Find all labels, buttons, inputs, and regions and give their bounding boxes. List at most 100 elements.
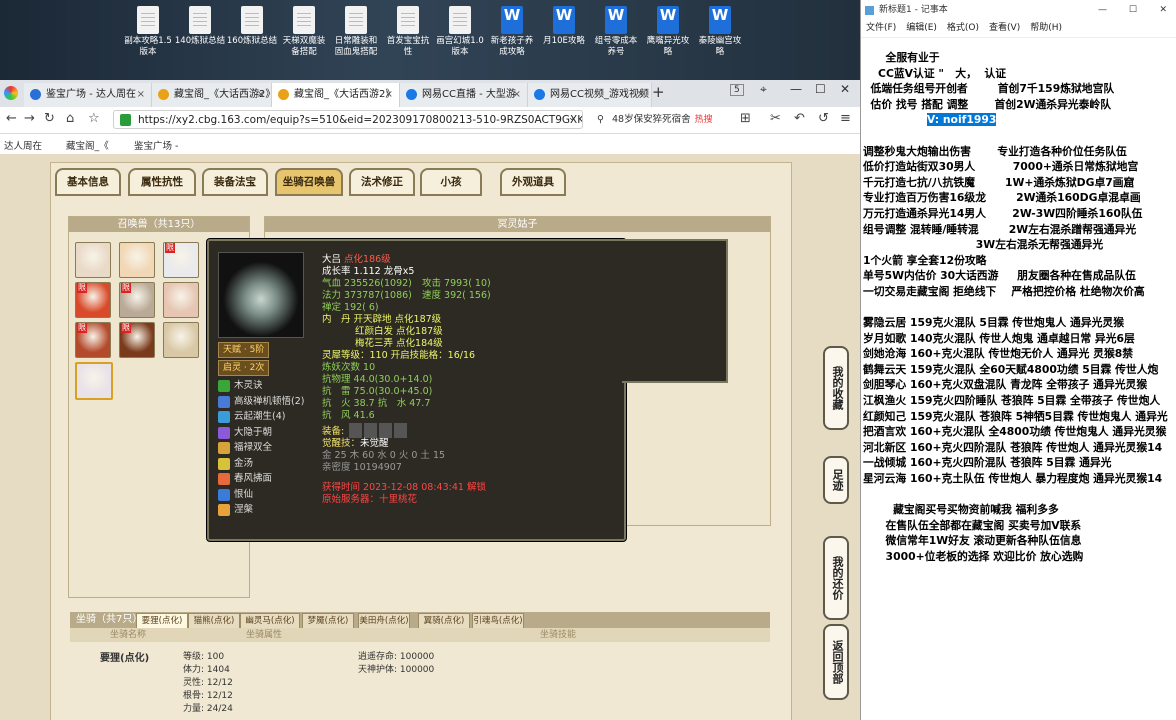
tab-4[interactable]: 坐骑召唤兽 [275,168,343,196]
pet-equip-label: 装备: [322,426,345,437]
pet-slot[interactable] [119,242,155,278]
tab-count-badge[interactable]: 5 [730,84,744,96]
notepad-menu-item[interactable]: 查看(V) [989,23,1020,33]
desktop-icon[interactable]: 140炼狱总结 [172,6,228,47]
close-window-icon[interactable]: ✕ [840,82,850,96]
pet-slot[interactable]: 限 [163,242,199,278]
back-icon[interactable]: ← [6,111,17,126]
pet-skill[interactable]: 大隐于朝 [218,426,272,440]
mount-tab[interactable]: 美田舟(点化) [358,613,410,629]
minimize-icon[interactable]: — [790,82,802,96]
pet-slot[interactable]: 限 [75,282,111,318]
notepad-indent [863,113,927,126]
mount-tab[interactable]: 翼骑(点化) [418,613,470,629]
tab-close-icon[interactable]: × [385,83,393,107]
tab-7[interactable]: 外观道具 [500,168,566,196]
search-icon: ⚲ [597,114,604,125]
pet-slot[interactable]: 限 [119,282,155,318]
side-button[interactable]: 足迹 [823,456,849,504]
pet-slot[interactable] [75,242,111,278]
bookmark-item[interactable]: 藏宝阁_《 [66,138,109,152]
browser-tab[interactable]: 网易CC直播 - 大型游 × [400,83,528,107]
desktop-icon[interactable]: 日常雕装和 固血鬼搭配 [328,6,384,58]
pet-slot[interactable] [163,282,199,318]
tab-1[interactable]: 基本信息 [55,168,121,196]
notepad-text-area[interactable]: 全服有业于 CC蓝V认证 " 大， 认证 低端任务组号开创者 首创7千159炼狱… [863,50,1176,565]
tab-2[interactable]: 属性抗性 [128,168,196,196]
side-button[interactable]: 我的收藏 [823,346,849,430]
bookmark-item[interactable]: 达人周在 [4,138,42,152]
desktop-icon[interactable]: 鹰嘴异光攻 略 [640,6,696,58]
pin-icon[interactable]: ⌖ [760,82,767,97]
mount-tab[interactable]: 引魂鸟(点化) [472,613,524,629]
pet-skill[interactable]: 高级禅机顿悟(2) [218,395,304,409]
pet-skill[interactable]: 云起潮生(4) [218,410,285,424]
tab-5[interactable]: 法术修正 [349,168,415,196]
desktop-icon[interactable]: 160炼狱总结 [224,6,280,47]
new-tab-button[interactable]: + [652,83,665,101]
notepad-line: 江枫渔火 159克火四阶睡队 苍狼阵 5目霖 全带孩子 传世炮人 [863,394,1161,408]
desktop-icon[interactable]: 天梯双魔装 备搭配 [276,6,332,58]
mount-tab[interactable]: 要狸(点化) [136,613,188,629]
desktop-icon[interactable]: 副本攻略1.5 版本 [120,6,176,58]
bookmark-item[interactable]: 鉴宝广场 - [134,138,178,152]
maximize-icon[interactable]: ☐ [815,82,826,96]
tab-6[interactable]: 小孩 [420,168,482,196]
undo-close-icon[interactable]: ↺ [818,111,829,126]
refresh-icon[interactable]: ↻ [44,111,55,126]
notepad-menu-item[interactable]: 文件(F) [866,23,896,33]
favorite-star-icon[interactable]: ☆ [88,111,100,126]
pet-skill[interactable]: 木灵诀 [218,379,263,393]
forward-icon[interactable]: → [24,111,35,126]
mount-tab[interactable]: 猫熊(点化) [188,613,240,629]
tab-close-icon[interactable]: × [637,83,645,107]
col-mount-skill: 坐骑技能 [540,630,577,640]
desktop-icon[interactable]: 画宫幻城1.0 版本 [432,6,488,58]
tools-icon[interactable]: ⊞ [740,111,751,126]
browser-tab[interactable]: 网易CC视频_游戏视频 × [528,83,652,107]
notepad-menu-item[interactable]: 编辑(E) [906,23,937,33]
undo-icon[interactable]: ↶ [794,111,805,126]
desktop-icon[interactable]: 组号零成本 养号 [588,6,644,58]
menu-icon[interactable]: ≡ [840,111,851,126]
browser-tab[interactable]: 藏宝阁_《大话西游2》 × [152,83,272,107]
side-button[interactable]: 我的还价 [823,536,849,620]
notepad-line: 万元打造通杀异光14男人 2W-3W四阶睡杀160队伍 [863,206,1143,220]
desktop-icon[interactable]: 新老孩子养 成攻略 [484,6,540,58]
url-input[interactable]: https://xy2.cbg.163.com/equip?s=510&eid=… [113,110,583,129]
pet-skill[interactable]: 福禄双全 [218,441,272,455]
desktop-icon-label: 140炼狱总结 [174,36,226,46]
pet-inner-1: 内 丹 开天辟地 点化187级 [322,314,442,325]
skill-icon [218,473,230,485]
desktop-icon[interactable]: 首发宝宝抗 性 [380,6,436,58]
mount-tab[interactable]: 幽灵马(点化) [240,613,300,629]
desktop-icon[interactable]: 月10E攻略 [536,6,592,47]
tab-close-icon[interactable]: × [257,83,265,107]
pet-skill[interactable]: 金汤 [218,457,253,471]
browser-tab[interactable]: 鉴宝广场 - 达人周在 × [24,83,152,107]
pet-slot[interactable]: 限 [75,322,111,358]
url-dropdown-icon[interactable]: ⌄ [568,113,576,123]
pet-skill[interactable]: 涅槃 [218,503,253,517]
np-close-icon[interactable]: ✕ [1159,0,1167,20]
np-maximize-icon[interactable]: ☐ [1129,0,1137,20]
skill-label: 春风拂面 [234,473,273,484]
home-icon[interactable]: ⌂ [66,111,74,126]
mount-tab[interactable]: 梦魇(点化) [302,613,354,629]
notepad-menu-item[interactable]: 帮助(H) [1030,23,1062,33]
scissors-icon[interactable]: ✂ [770,111,781,126]
pet-slot[interactable]: 限 [119,322,155,358]
tab-close-icon[interactable]: × [513,83,521,107]
notepad-menu-item[interactable]: 格式(O) [947,23,979,33]
desktop-icon[interactable]: 秦陵幽宫攻 略 [692,6,748,58]
pet-slot[interactable] [75,362,113,400]
side-button[interactable]: 返回顶部 [823,624,849,700]
search-box[interactable]: ⚲ 48岁保安猝死宿舍 热搜 [594,110,726,129]
tab-close-icon[interactable]: × [137,83,145,107]
pet-slot[interactable] [163,322,199,358]
pet-skill[interactable]: 春风拂面 [218,472,272,486]
pet-skill[interactable]: 恨仙 [218,488,253,502]
tab-3[interactable]: 装备法宝 [202,168,268,196]
browser-tab[interactable]: 藏宝阁_《大话西游2》 × [272,83,400,107]
np-minimize-icon[interactable]: — [1098,0,1107,20]
